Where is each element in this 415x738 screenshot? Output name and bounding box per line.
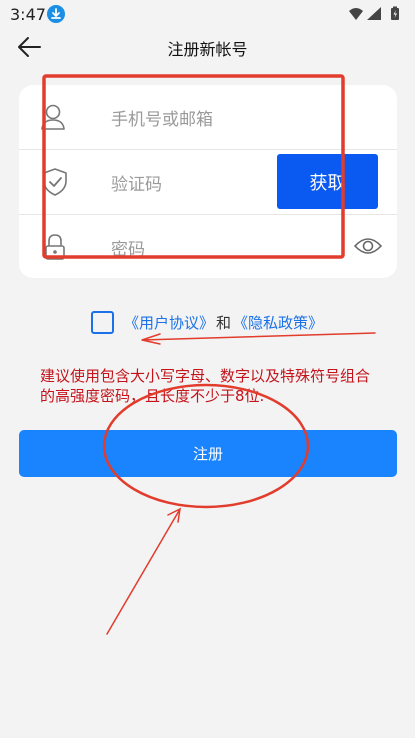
battery-icon xyxy=(391,6,399,20)
code-input[interactable]: 验证码 xyxy=(111,170,162,195)
user-agreement-link[interactable]: 《用户协议》 xyxy=(124,312,214,333)
shield-check-icon xyxy=(39,166,71,198)
register-form-card: 手机号或邮箱 验证码 获取 密码 xyxy=(19,85,397,278)
privacy-policy-link[interactable]: 《隐私政策》 xyxy=(233,312,323,333)
get-code-button[interactable]: 获取 xyxy=(277,154,378,209)
agree-checkbox[interactable] xyxy=(91,310,114,334)
annotation-underline-arrow xyxy=(141,332,376,345)
account-input[interactable]: 手机号或邮箱 xyxy=(111,105,213,130)
account-row[interactable]: 手机号或邮箱 xyxy=(19,85,397,149)
download-icon xyxy=(47,5,65,23)
status-icons xyxy=(347,6,407,22)
status-bar: 3:47 xyxy=(0,0,415,28)
status-time: 3:47 xyxy=(10,5,46,24)
password-hint: 建议使用包含大小写字母、数字以及特殊符号组合的高强度密码，且长度不少于8位. xyxy=(40,367,371,405)
register-button[interactable]: 注册 xyxy=(19,430,397,477)
eye-icon[interactable] xyxy=(353,236,383,256)
page-title: 注册新帐号 xyxy=(167,40,248,59)
consent-row: 《用户协议》 和 《隐私政策》 xyxy=(91,310,323,334)
code-row[interactable]: 验证码 获取 xyxy=(19,150,397,214)
password-input[interactable]: 密码 xyxy=(111,235,145,260)
lock-icon xyxy=(39,231,71,263)
consent-and-text: 和 xyxy=(216,313,232,332)
password-row[interactable]: 密码 xyxy=(19,215,397,279)
annotation-pointer-arrow xyxy=(106,507,181,635)
user-icon xyxy=(39,101,71,133)
app-bar: 注册新帐号 xyxy=(0,28,415,68)
signal-icon xyxy=(367,7,381,20)
wifi-icon xyxy=(349,8,363,20)
